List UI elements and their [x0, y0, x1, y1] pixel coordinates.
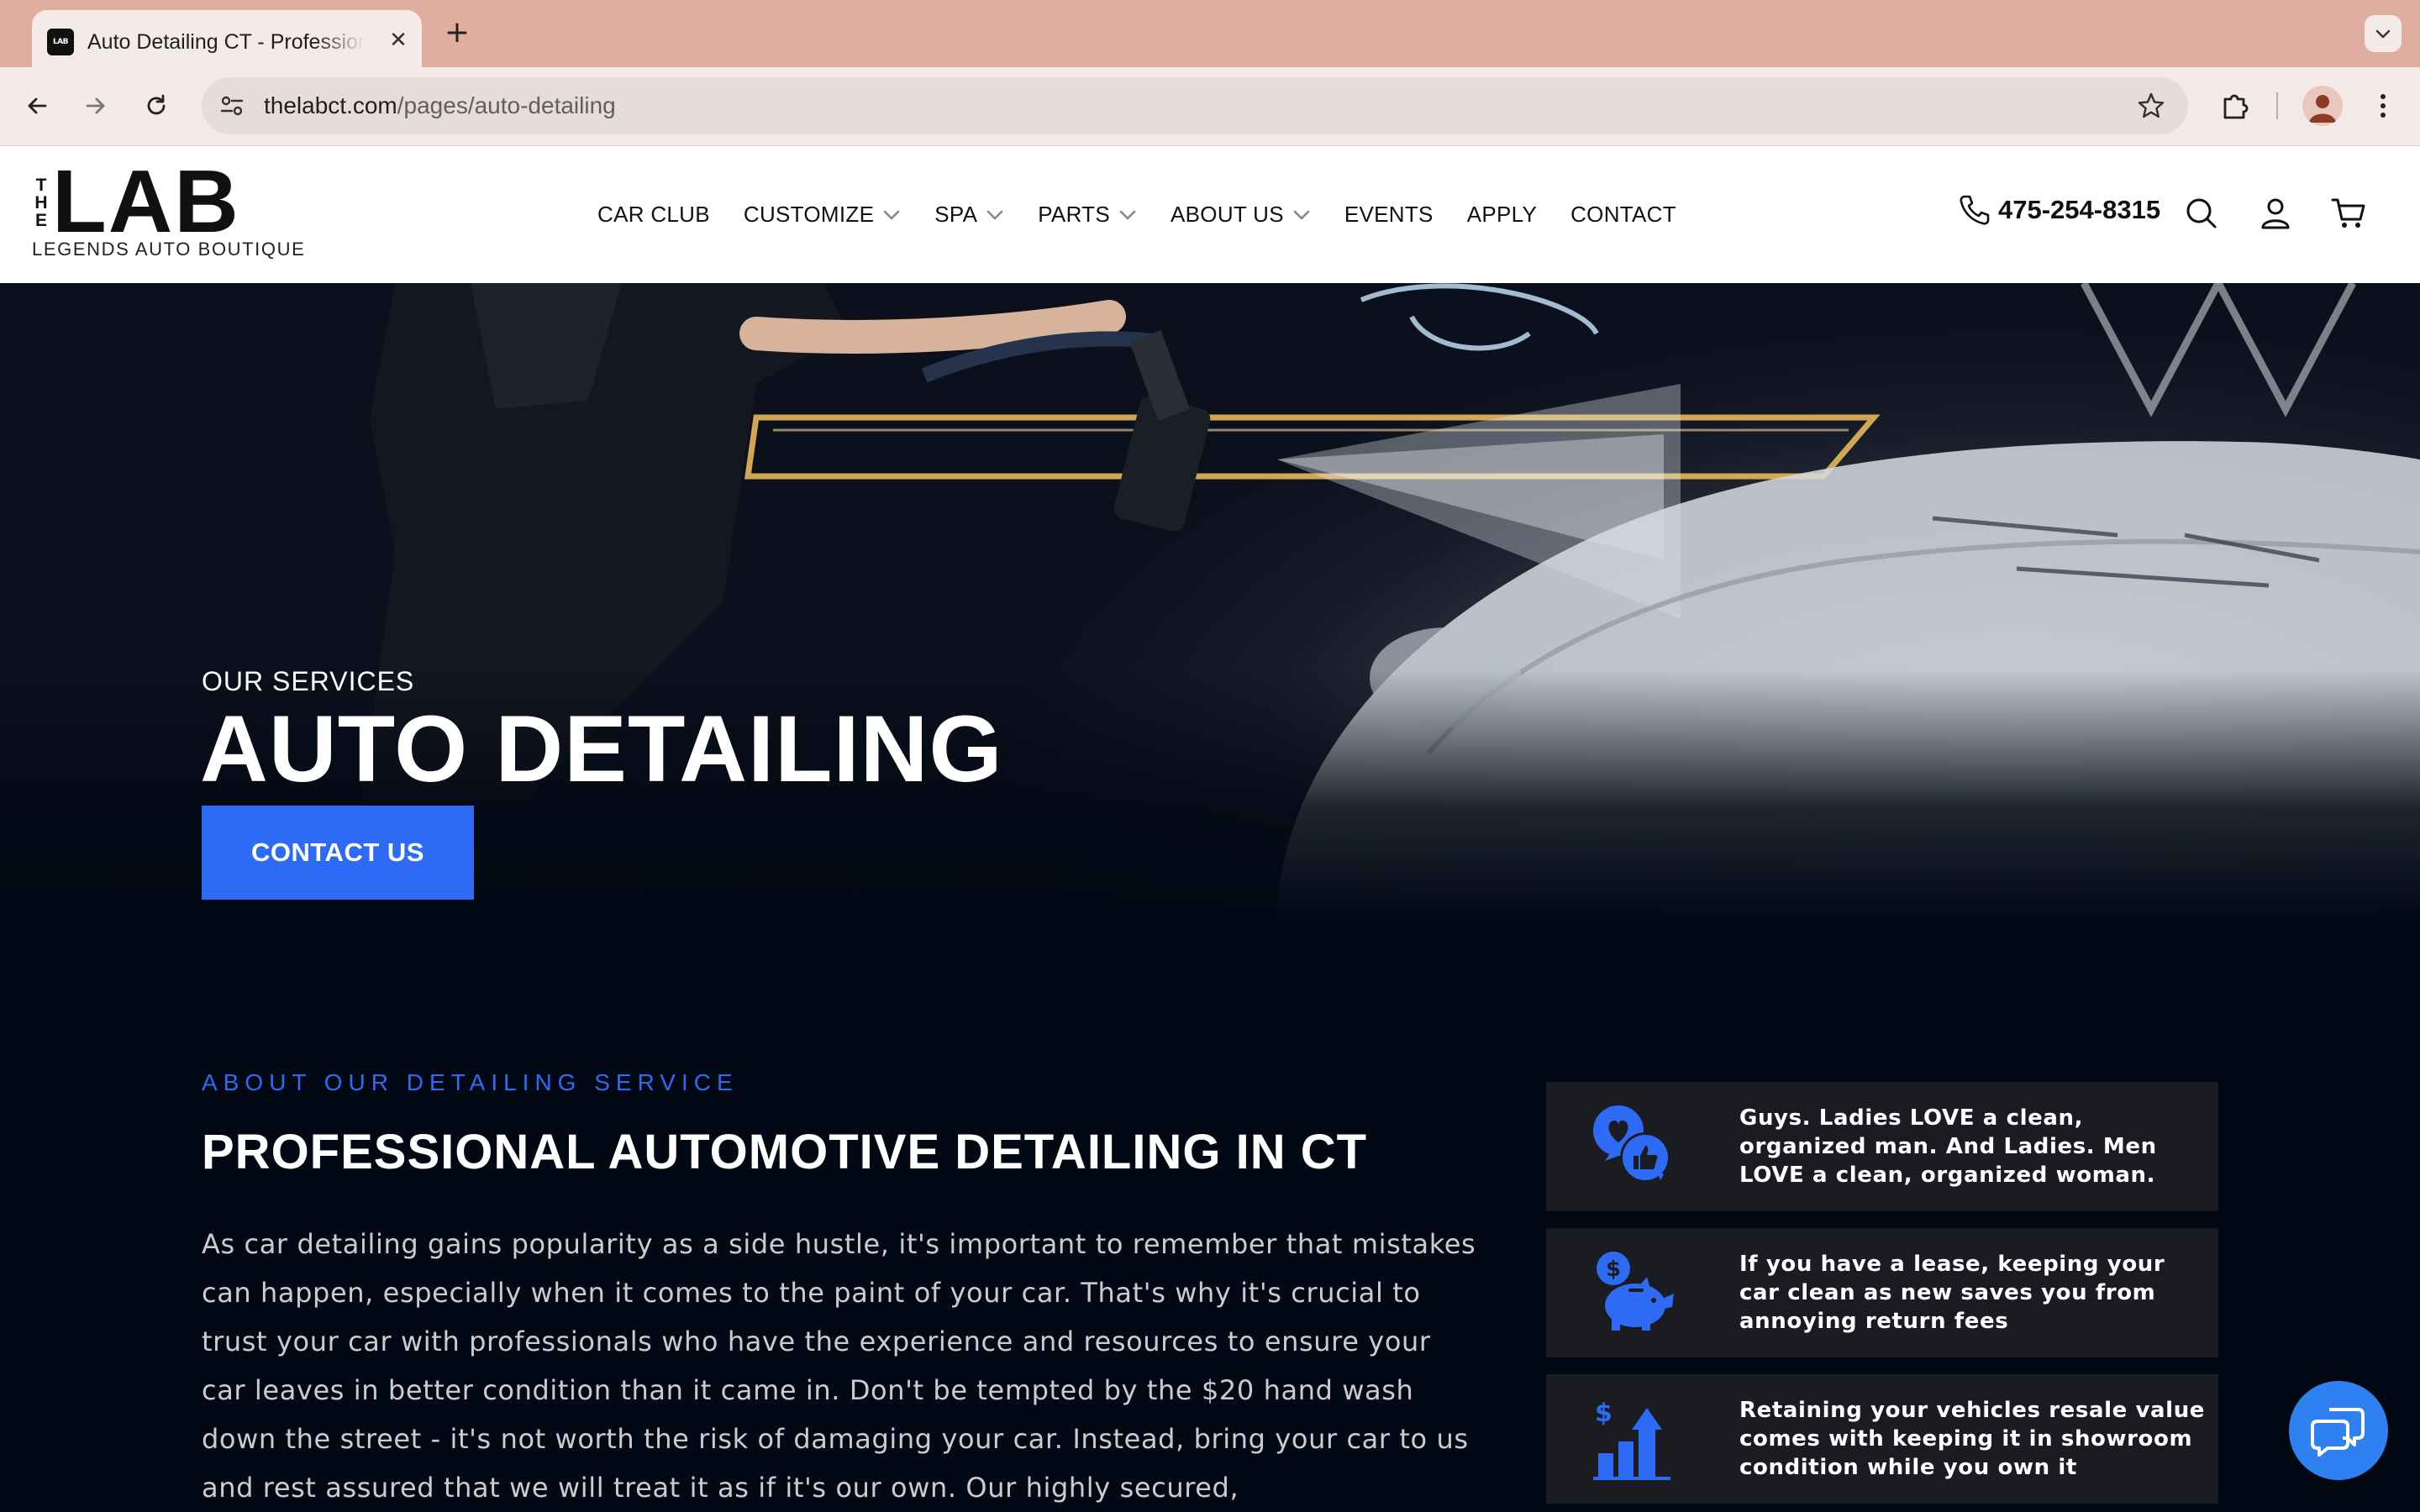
- nav-label: CUSTOMIZE: [743, 202, 875, 227]
- phone-icon: [1960, 195, 1990, 225]
- nav-item-car-club[interactable]: CAR CLUB: [597, 202, 710, 228]
- nav-item-about-us[interactable]: ABOUT US: [1171, 202, 1311, 228]
- section-body-text: As car detailing gains popularity as a s…: [202, 1228, 1476, 1504]
- browser-menu-kebab-icon[interactable]: [2365, 86, 2402, 126]
- nav-item-customize[interactable]: CUSTOMIZE: [744, 202, 901, 228]
- logo-letter-e: E: [34, 211, 47, 230]
- address-bar[interactable]: thelabct.com/pages/auto-detailing: [202, 77, 2188, 134]
- url-text: thelabct.com/pages/auto-detailing: [264, 91, 616, 121]
- svg-text:$: $: [1606, 1257, 1621, 1282]
- nav-label: APPLY: [1466, 202, 1538, 227]
- feature-card: Guys. Ladies LOVE a clean, organized man…: [1546, 1082, 2218, 1211]
- feature-text: Guys. Ladies LOVE a clean, organized man…: [1739, 1105, 2157, 1188]
- reload-icon[interactable]: [136, 86, 176, 126]
- feature-text: Retaining your vehicles resale value com…: [1739, 1398, 2206, 1480]
- nav-item-events[interactable]: EVENTS: [1344, 202, 1434, 228]
- logo-letter-h: H: [34, 193, 48, 213]
- tab-search-chevron-icon[interactable]: [2365, 15, 2402, 52]
- chevron-down-icon: [883, 210, 900, 219]
- account-user-icon[interactable]: [2255, 193, 2296, 234]
- nav-item-contact[interactable]: CONTACT: [1570, 202, 1676, 228]
- nav-label: CONTACT: [1570, 202, 1676, 227]
- heart-thumbs-up-icon: [1593, 1105, 1670, 1183]
- hero-title: AUTO DETAILING: [200, 696, 1003, 801]
- feature-card: $ Retaining your vehicles resale value c…: [1546, 1374, 2218, 1504]
- section-title: PROFESSIONAL AUTOMOTIVE DETAILING IN CT: [202, 1125, 1368, 1179]
- contact-us-button[interactable]: CONTACT US: [202, 806, 474, 900]
- chevron-down-icon: [1119, 210, 1136, 219]
- browser-tab-strip: LAB Auto Detailing CT - Professional Aut…: [0, 0, 2420, 67]
- site-favicon-icon: LAB: [47, 29, 74, 55]
- logo-the: T H E: [32, 176, 50, 230]
- extensions-puzzle-icon[interactable]: [2215, 86, 2255, 126]
- site-header: T H E LAB LEGENDS AUTO BOUTIQUE CAR CLUB…: [0, 146, 2420, 283]
- logo-letter-t: T: [35, 176, 47, 195]
- nav-label: ABOUT US: [1171, 202, 1284, 227]
- hero-section: OUR SERVICES AUTO DETAILING CONTACT US: [0, 283, 2420, 921]
- feature-text: If you have a lease, keeping your car cl…: [1739, 1252, 2165, 1334]
- chat-widget-button[interactable]: [2289, 1381, 2388, 1480]
- phone-link[interactable]: 475-254-8315: [1956, 192, 2160, 228]
- growth-chart-dollar-icon: $: [1593, 1399, 1670, 1480]
- profile-avatar-icon[interactable]: [2302, 86, 2343, 126]
- site-logo[interactable]: T H E LAB LEGENDS AUTO BOUTIQUE: [32, 157, 309, 267]
- new-tab-button[interactable]: +: [437, 13, 477, 54]
- hero-eyebrow: OUR SERVICES: [202, 666, 415, 696]
- cart-icon[interactable]: [2329, 193, 2370, 234]
- browser-toolbar: thelabct.com/pages/auto-detailing: [0, 67, 2420, 146]
- section-eyebrow: ABOUT OUR DETAILING SERVICE: [202, 1069, 739, 1095]
- nav-label: SPA: [934, 202, 978, 227]
- feature-card: $ If you have a lease, keeping your car …: [1546, 1228, 2218, 1357]
- site-info-tune-icon[interactable]: [217, 91, 247, 121]
- piggy-bank-dollar-icon: $: [1597, 1252, 1674, 1331]
- browser-tab-active[interactable]: LAB Auto Detailing CT - Professional Aut…: [32, 10, 422, 67]
- phone-number: 475-254-8315: [1998, 195, 2161, 224]
- chevron-down-icon: [986, 210, 1003, 219]
- tab-title: Auto Detailing CT - Professional Auto De…: [87, 30, 365, 54]
- forward-arrow-icon[interactable]: [76, 86, 116, 126]
- bookmark-star-icon[interactable]: [2136, 91, 2166, 121]
- nav-label: EVENTS: [1344, 202, 1434, 227]
- nav-label: PARTS: [1038, 202, 1111, 227]
- nav-item-apply[interactable]: APPLY: [1467, 202, 1537, 228]
- nav-item-parts[interactable]: PARTS: [1038, 202, 1137, 228]
- logo-lab: LAB: [52, 152, 240, 251]
- nav-item-spa[interactable]: SPA: [934, 202, 1004, 228]
- main-navigation: CAR CLUB CUSTOMIZE SPA PARTS ABOUT US EV…: [597, 146, 1710, 283]
- toolbar-separator: [2276, 92, 2278, 119]
- search-icon[interactable]: [2181, 193, 2222, 234]
- nav-label: CAR CLUB: [597, 202, 710, 227]
- svg-text:$: $: [1595, 1399, 1612, 1428]
- chat-bubbles-icon: [2311, 1408, 2365, 1457]
- back-arrow-icon[interactable]: [17, 86, 57, 126]
- chevron-down-icon: [1293, 210, 1310, 219]
- url-path: /pages/auto-detailing: [397, 92, 616, 118]
- tab-close-icon[interactable]: ✕: [383, 25, 413, 55]
- url-host: thelabct.com: [264, 92, 397, 118]
- logo-subtitle: LEGENDS AUTO BOUTIQUE: [32, 239, 306, 260]
